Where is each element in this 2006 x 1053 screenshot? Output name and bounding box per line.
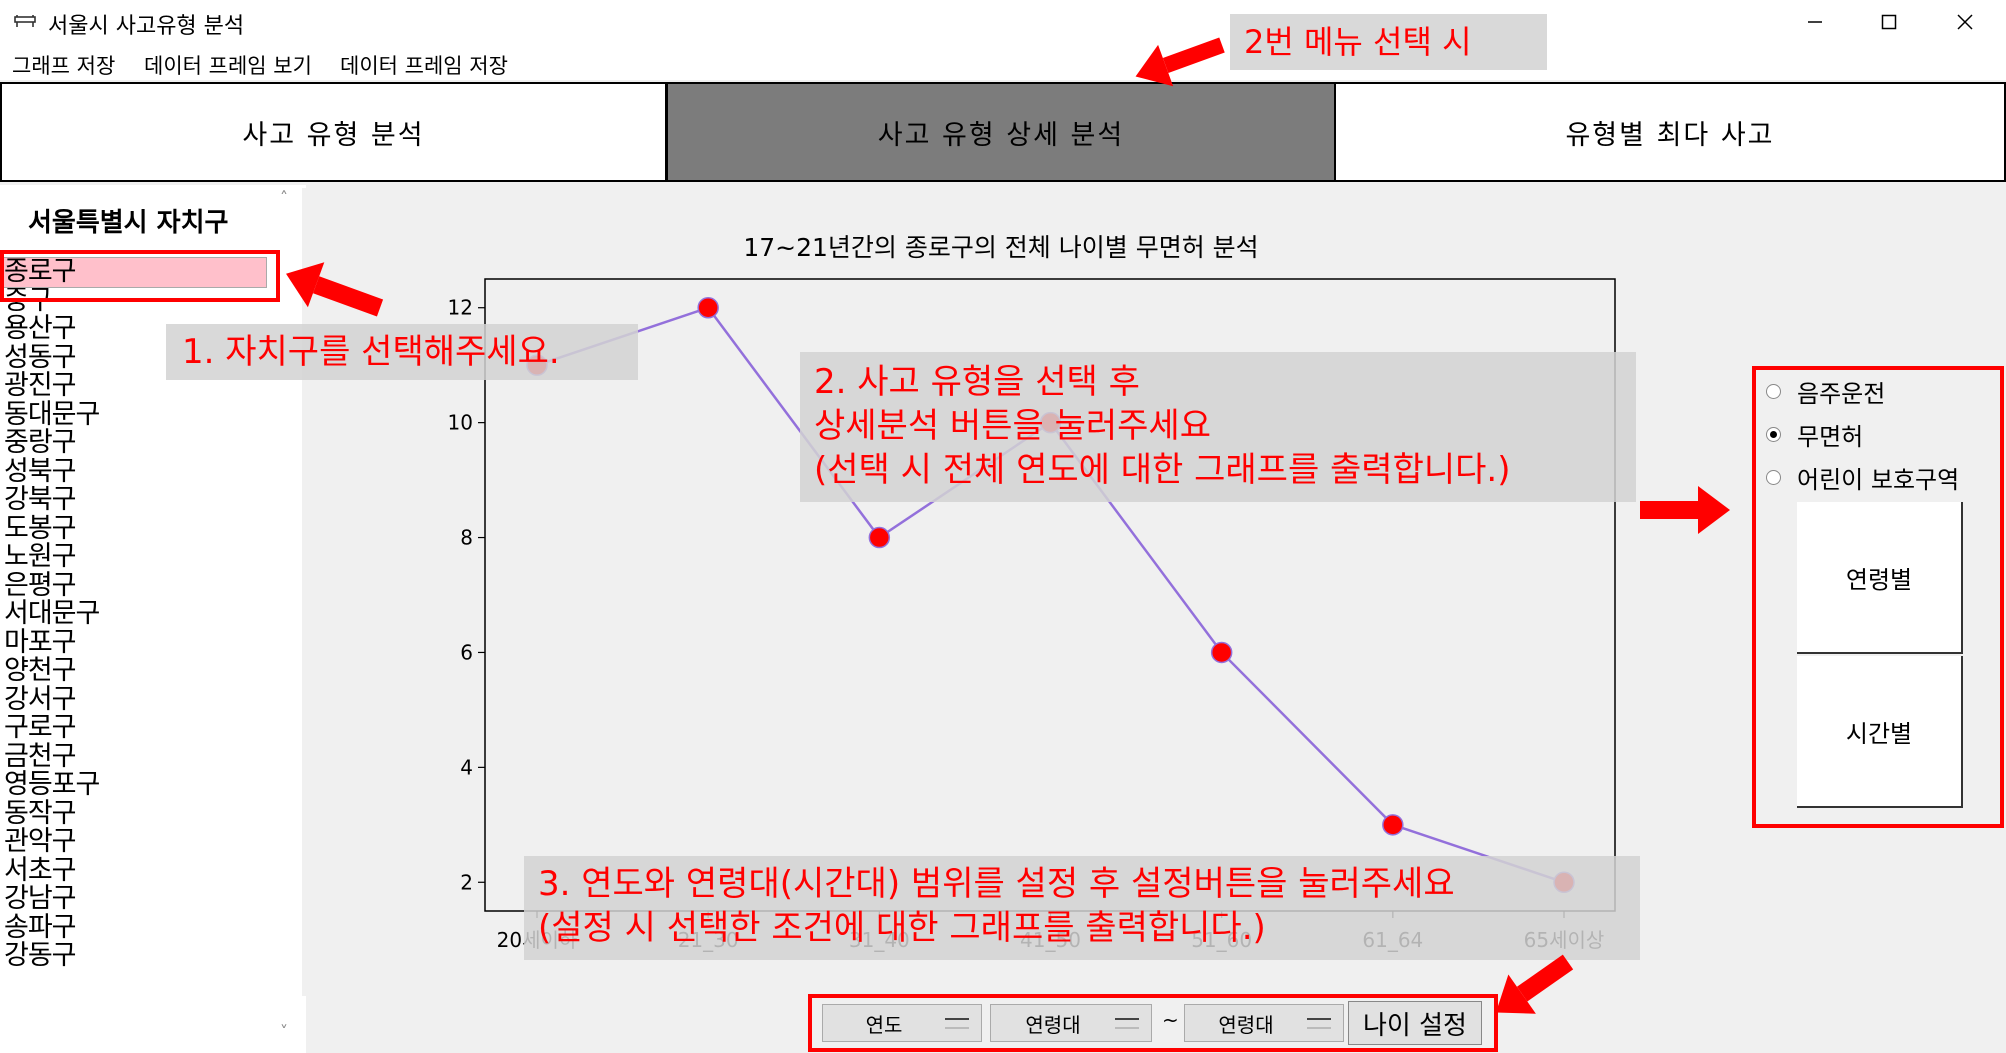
- tab-most-accidents-by-type[interactable]: 유형별 최다 사고: [1334, 82, 2006, 182]
- menu-view-dataframe[interactable]: 데이터 프레임 보기: [144, 50, 312, 80]
- callout-line: 상세분석 버튼을 눌러주세요: [814, 406, 1211, 446]
- tab-accident-type-detail[interactable]: 사고 유형 상세 분석: [666, 82, 1336, 182]
- menu-save-graph[interactable]: 그래프 저장: [12, 50, 115, 80]
- menu-save-dataframe[interactable]: 데이터 프레임 저장: [340, 50, 508, 80]
- minimize-icon: [1808, 21, 1822, 23]
- y-tick-label: 2: [460, 870, 473, 894]
- district-item[interactable]: 중랑구: [4, 429, 274, 458]
- y-tick-label: 4: [460, 755, 473, 779]
- highlight-box-type-panel: [1752, 366, 2004, 828]
- district-item[interactable]: 영등포구: [4, 771, 274, 800]
- callout-step-1: 1. 자치구를 선택해주세요.: [166, 324, 638, 380]
- close-button[interactable]: [1934, 0, 1996, 44]
- tab-accident-type-analysis[interactable]: 사고 유형 분석: [0, 82, 667, 182]
- y-tick-label: 12: [448, 296, 473, 320]
- highlight-box-controls: [808, 994, 1498, 1052]
- district-list-heading: 서울특별시 자치구: [28, 208, 229, 238]
- district-item[interactable]: 강서구: [4, 685, 274, 715]
- y-tick-label: 8: [460, 526, 473, 550]
- district-item[interactable]: 동작구: [4, 799, 274, 829]
- district-item[interactable]: 마포구: [4, 628, 274, 658]
- district-item[interactable]: 서대문구: [4, 600, 274, 629]
- district-item[interactable]: 노원구: [4, 543, 274, 572]
- y-tick-label: 10: [448, 411, 473, 435]
- data-point: [1382, 814, 1404, 836]
- callout-line: 2. 사고 유형을 선택 후: [814, 362, 1140, 402]
- callout-menu-2: 2번 메뉴 선택 시: [1230, 14, 1547, 70]
- district-item[interactable]: 강동구: [4, 942, 274, 971]
- district-item[interactable]: 금천구: [4, 742, 274, 772]
- callout-line: (선택 시 전체 연도에 대한 그래프를 출력합니다.): [814, 450, 1511, 490]
- close-icon: [1957, 14, 1973, 30]
- district-item[interactable]: 송파구: [4, 913, 274, 943]
- district-item[interactable]: 강북구: [4, 486, 274, 515]
- data-point: [1210, 641, 1233, 664]
- app-icon: [14, 15, 36, 27]
- maximize-button[interactable]: [1858, 0, 1920, 44]
- district-item[interactable]: 관악구: [4, 828, 274, 857]
- district-item[interactable]: 도봉구: [4, 514, 274, 544]
- district-item[interactable]: 서초구: [4, 856, 274, 886]
- minimize-button[interactable]: [1784, 0, 1846, 44]
- district-item[interactable]: 은평구: [4, 571, 274, 601]
- data-point: [697, 296, 719, 319]
- title-bar: [0, 0, 2006, 44]
- scroll-up-icon[interactable]: ˄: [280, 188, 288, 207]
- scroll-down-icon[interactable]: ˅: [280, 1022, 288, 1041]
- y-tick-label: 6: [460, 640, 473, 664]
- maximize-icon: [1881, 14, 1897, 30]
- window-title: 서울시 사고유형 분석: [48, 14, 245, 39]
- highlight-box-district: [0, 250, 280, 302]
- district-item[interactable]: 구로구: [4, 714, 274, 743]
- data-point: [868, 526, 891, 549]
- district-item[interactable]: 성북구: [4, 457, 274, 487]
- callout-step-3: 3. 연도와 연령대(시간대) 범위를 설정 후 설정버튼을 눌러주세요 (설정…: [524, 856, 1640, 960]
- callout-line: (설정 시 선택한 조건에 대한 그래프를 출력합니다.): [538, 908, 1266, 948]
- district-item[interactable]: 양천구: [4, 657, 274, 686]
- district-item[interactable]: 동대문구: [4, 400, 274, 430]
- callout-step-2: 2. 사고 유형을 선택 후 상세분석 버튼을 눌러주세요 (선택 시 전체 연…: [800, 352, 1636, 502]
- callout-line: 3. 연도와 연령대(시간대) 범위를 설정 후 설정버튼을 눌러주세요: [538, 864, 1455, 904]
- chart-title: 17~21년간의 종로구의 전체 나이별 무면허 분석: [743, 233, 1258, 262]
- district-item[interactable]: 강남구: [4, 885, 274, 914]
